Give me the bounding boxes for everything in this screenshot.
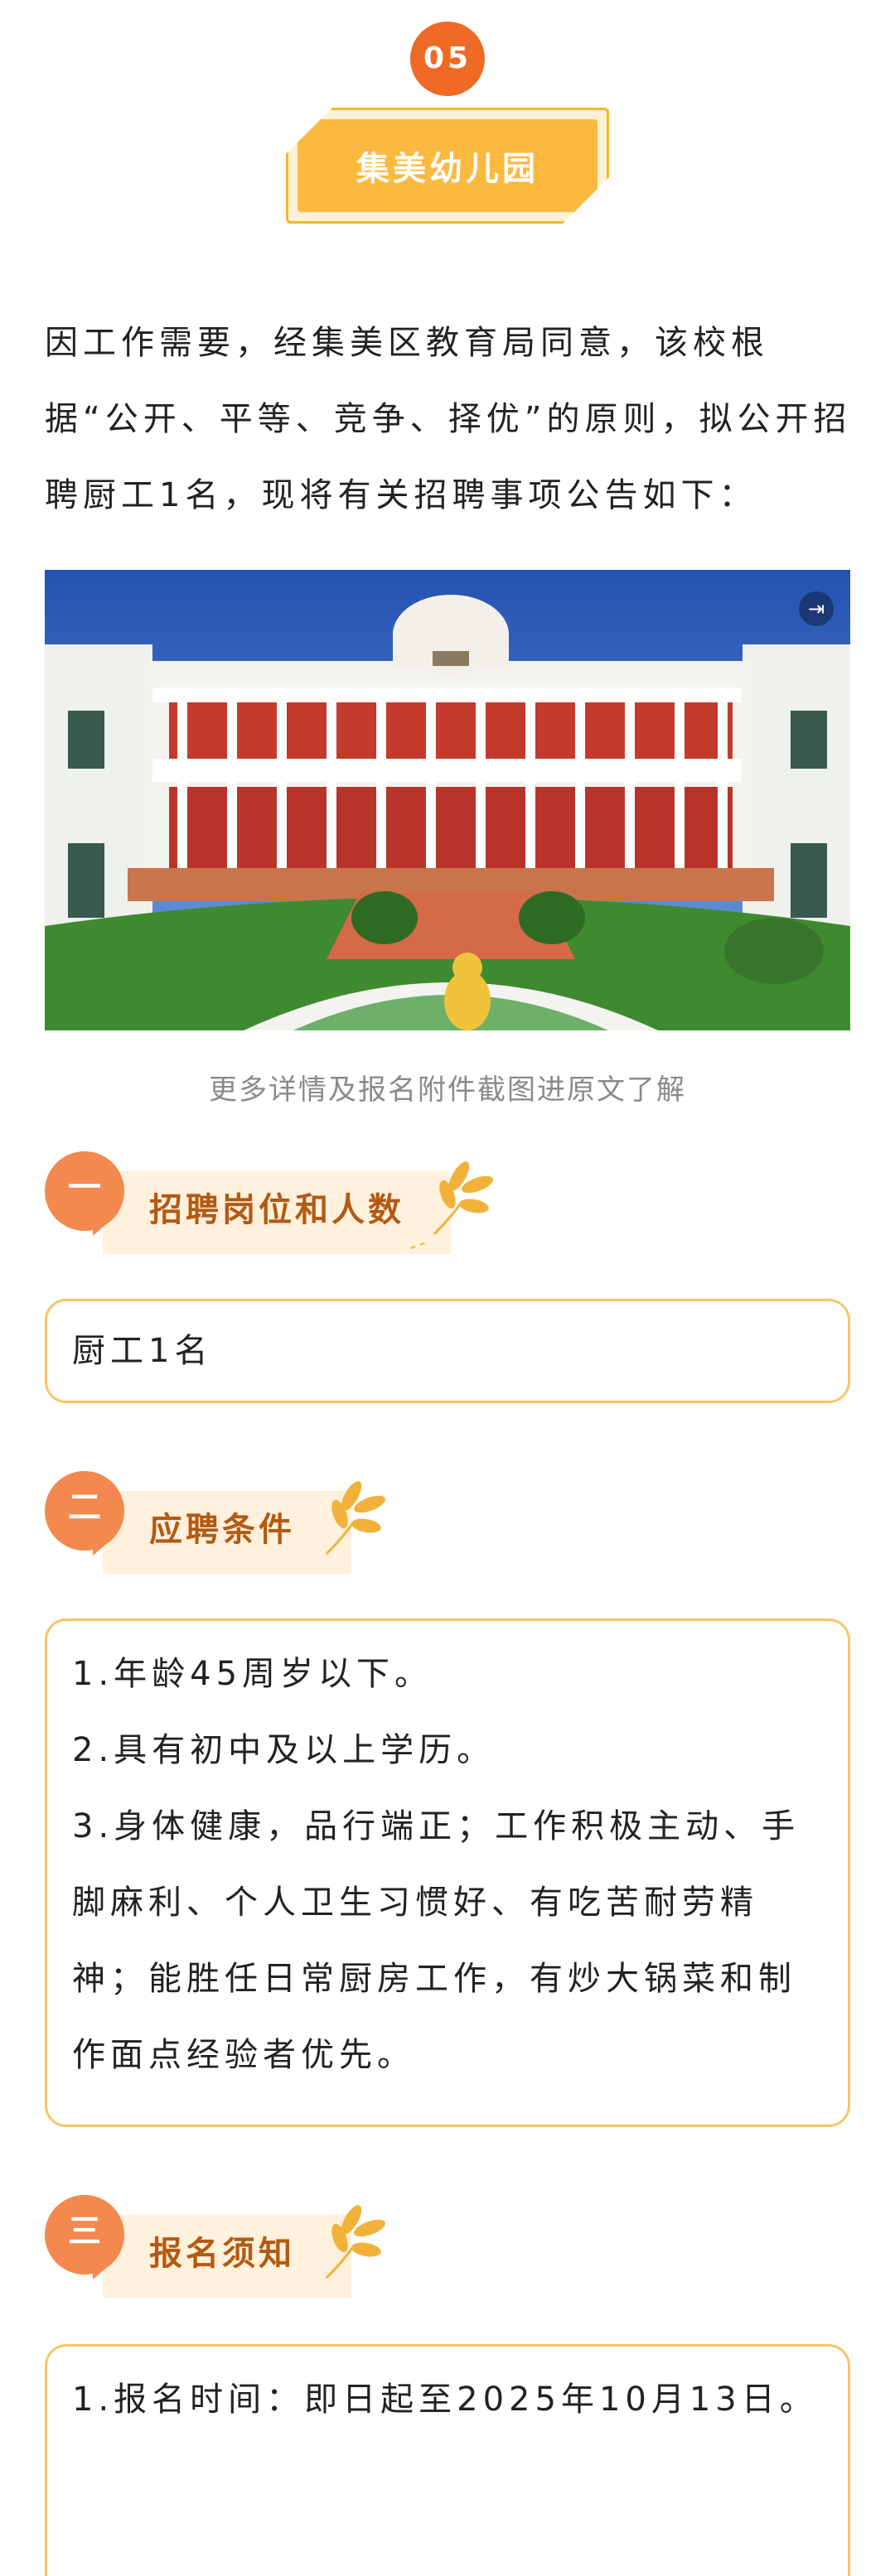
- requirement-item: 3.身体健康，品行端正；工作积极主动、手脚麻利、个人卫生习惯好、有吃苦耐劳精神；…: [72, 1807, 801, 2074]
- section-number-badge: 05: [410, 22, 485, 96]
- registration-item: 1.报名时间：即日起至2025年10月13日。: [72, 2381, 818, 2419]
- section-number: 二: [45, 1471, 124, 1551]
- title-corner-cut: [284, 106, 334, 156]
- registration-box: 1.报名时间：即日起至2025年10月13日。: [45, 2344, 850, 2576]
- section-title: 招聘岗位和人数: [149, 1191, 404, 1229]
- leaf-decoration-icon: [409, 1161, 493, 1250]
- positions-text: 厨工1名: [72, 1332, 213, 1370]
- requirements-list: 1.年龄45周岁以下。 2.具有初中及以上学历。 3.身体健康，品行端正；工作积…: [47, 1621, 848, 2108]
- section-title: 应聘条件: [149, 1511, 295, 1549]
- section-header-positions: 一 招聘岗位和人数: [45, 1151, 509, 1276]
- kindergarten-building-illustration: [45, 570, 850, 1030]
- registration-list: 1.报名时间：即日起至2025年10月13日。: [47, 2347, 848, 2453]
- school-title: 集美幼儿园: [298, 119, 597, 212]
- title-corner-cut: [561, 176, 611, 225]
- leaf-decoration-icon: [325, 2205, 385, 2279]
- section-header-requirements: 二 应聘条件: [45, 1471, 509, 1595]
- requirements-box: 1.年龄45周岁以下。 2.具有初中及以上学历。 3.身体健康，品行端正；工作积…: [45, 1618, 850, 2127]
- positions-box: 厨工1名: [45, 1299, 850, 1403]
- leaf-decoration-icon: [325, 1481, 385, 1556]
- section-header-registration: 三 报名须知: [45, 2195, 509, 2319]
- photo-caption: 更多详情及报名附件截图进原文了解: [209, 1073, 686, 1107]
- section-number: 一: [45, 1151, 124, 1231]
- requirement-item: 2.具有初中及以上学历。: [72, 1731, 496, 1769]
- section-title: 报名须知: [149, 2235, 295, 2273]
- requirement-item: 1.年龄45周岁以下。: [72, 1655, 433, 1693]
- kindergarten-photo: ⇥: [45, 570, 850, 1030]
- section-number: 三: [45, 2195, 124, 2275]
- expand-icon[interactable]: ⇥: [799, 591, 834, 626]
- intro-paragraph: 因工作需要，经集美区教育局同意，该校根据“公开、平等、竞争、择优”的原则，拟公开…: [45, 324, 852, 514]
- school-title-banner: 集美幼儿园: [284, 106, 611, 225]
